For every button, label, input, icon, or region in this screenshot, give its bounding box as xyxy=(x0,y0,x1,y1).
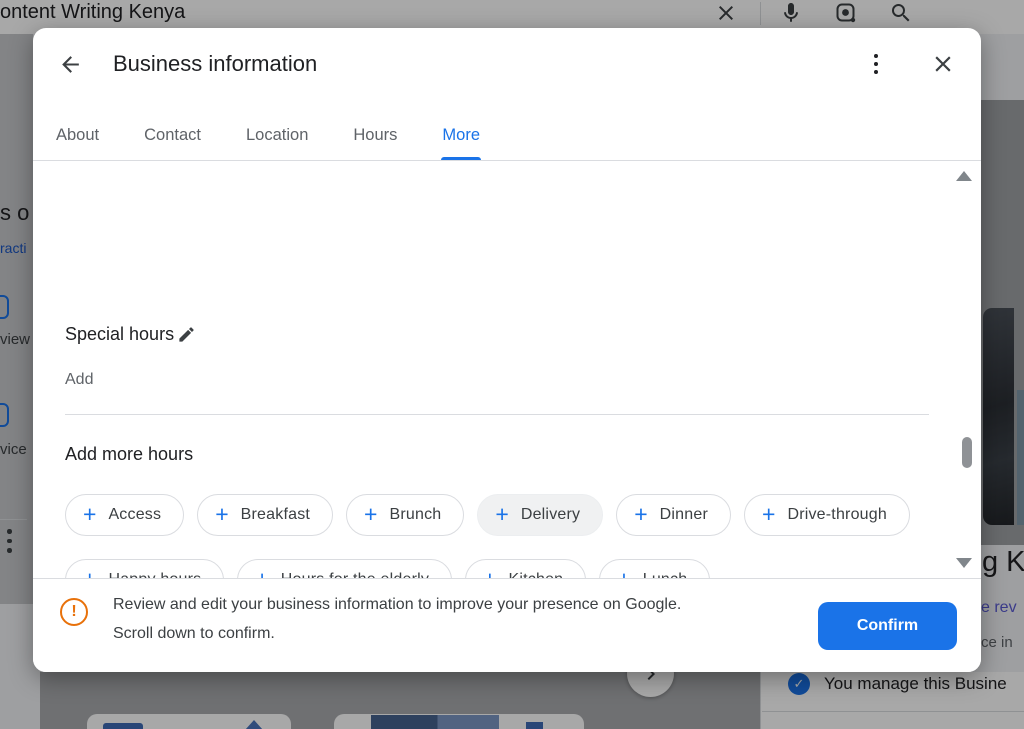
tabs: About Contact Location Hours More xyxy=(33,110,981,161)
kebab-icon xyxy=(874,54,878,74)
screen: ontent Writing Kenya s o racti view vice xyxy=(0,0,1024,729)
add-special-hours-link[interactable]: Add xyxy=(65,371,93,389)
dialog-content: Special hours Add Add more hours + Access… xyxy=(33,161,981,578)
add-more-hours-heading: Add more hours xyxy=(65,444,194,464)
chip-drive-through[interactable]: + Drive-through xyxy=(744,494,910,536)
plus-icon: + xyxy=(83,501,97,527)
more-options-button[interactable] xyxy=(854,42,898,86)
chip-label: Brunch xyxy=(389,506,442,523)
back-arrow-icon xyxy=(61,55,79,73)
chip-delivery[interactable]: + Delivery xyxy=(477,494,604,536)
tab-more[interactable]: More xyxy=(441,110,481,160)
scrollbar-thumb[interactable] xyxy=(962,437,972,468)
plus-icon: + xyxy=(617,568,630,579)
special-hours-heading: Special hours xyxy=(65,324,196,345)
tab-contact[interactable]: Contact xyxy=(143,110,202,160)
chip-hours-for-the-elderly[interactable]: + Hours for the elderly xyxy=(237,559,453,579)
plus-icon: + xyxy=(634,501,648,527)
confirm-button[interactable]: Confirm xyxy=(818,602,957,650)
special-hours-heading-text: Special hours xyxy=(65,324,175,344)
plus-icon: + xyxy=(255,568,268,579)
back-button[interactable] xyxy=(48,42,92,86)
chip-label: Kitchen xyxy=(509,571,564,578)
plus-icon: + xyxy=(83,568,96,579)
business-information-dialog: Business information About Contact Locatio… xyxy=(33,28,981,672)
plus-icon: + xyxy=(483,568,496,579)
scrollbar-up-arrow[interactable] xyxy=(956,171,972,181)
chip-label: Access xyxy=(108,506,162,523)
chip-label: Delivery xyxy=(520,506,581,523)
chip-access[interactable]: + Access xyxy=(65,494,185,536)
chip-dinner[interactable]: + Dinner xyxy=(616,494,731,536)
plus-icon: + xyxy=(495,501,509,527)
edit-special-hours-button[interactable] xyxy=(177,325,196,345)
close-button[interactable] xyxy=(921,42,965,86)
chip-brunch[interactable]: + Brunch xyxy=(346,494,465,536)
chip-label: Hours for the elderly xyxy=(281,571,429,578)
chip-lunch[interactable]: + Lunch xyxy=(599,559,711,579)
chip-happy-hours[interactable]: + Happy hours xyxy=(65,559,225,579)
dialog-title: Business information xyxy=(113,51,318,76)
chip-breakfast[interactable]: + Breakfast xyxy=(197,494,334,536)
chip-label: Happy hours xyxy=(108,571,201,578)
footer-message: Review and edit your business informatio… xyxy=(113,596,682,642)
edit-pencil-icon xyxy=(179,326,194,342)
section-divider xyxy=(65,414,929,415)
plus-icon: + xyxy=(215,501,229,527)
plus-icon: + xyxy=(364,501,378,527)
close-icon xyxy=(935,56,951,72)
plus-icon: + xyxy=(762,501,776,527)
chips: + Access + Breakfast + Brunch + Delivery + Dinner… xyxy=(65,494,929,578)
chip-label: Dinner xyxy=(659,506,708,523)
warning-icon: ! xyxy=(60,598,88,626)
chip-label: Lunch xyxy=(643,571,688,578)
tab-hours[interactable]: Hours xyxy=(352,110,398,160)
chip-label: Drive-through xyxy=(787,506,887,523)
scrollbar-down-arrow[interactable] xyxy=(956,558,972,568)
chip-kitchen[interactable]: + Kitchen xyxy=(465,559,587,579)
tab-about[interactable]: About xyxy=(55,110,100,160)
chip-label: Breakfast xyxy=(240,506,311,523)
tab-location[interactable]: Location xyxy=(245,110,309,160)
dialog-footer: ! Review and edit your business informat… xyxy=(33,578,981,672)
